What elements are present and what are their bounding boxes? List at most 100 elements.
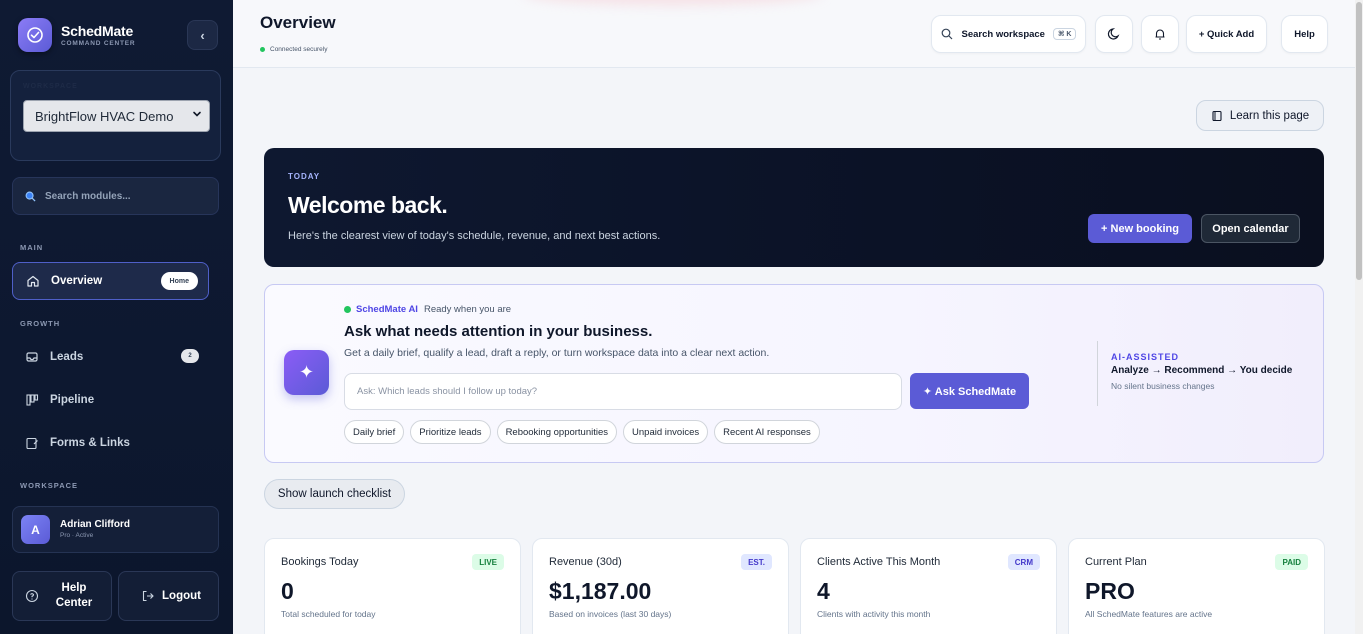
section-label-main: MAIN [20, 243, 44, 252]
status-badge: EST. [741, 554, 772, 570]
leads-count-badge: 2 [181, 349, 199, 363]
stat-card-plan[interactable]: Current Plan PAID PRO All SchedMate feat… [1068, 538, 1325, 634]
section-label-growth: GROWTH [20, 319, 61, 328]
chip-daily-brief[interactable]: Daily brief [344, 420, 405, 444]
status-dot-icon [260, 47, 265, 52]
welcome-hero: TODAY Welcome back. Here's the clearest … [264, 148, 1324, 267]
book-icon [1212, 110, 1222, 121]
chip-prioritize-leads[interactable]: Prioritize leads [410, 420, 491, 444]
topbar: Overview Connected securely Search works… [233, 0, 1355, 68]
ai-assisted-tag: AI-ASSISTED [1111, 352, 1180, 362]
status-badge: LIVE [472, 554, 504, 570]
logout-label: Logout [162, 590, 201, 602]
ai-note: No silent business changes [1111, 381, 1215, 391]
ai-question-input[interactable]: Ask: Which leads should I follow up toda… [344, 373, 902, 410]
learn-page-label: Learn this page [1229, 109, 1310, 122]
decorative-glow [523, 0, 823, 5]
stat-value: 4 [817, 578, 830, 604]
avatar: A [21, 515, 50, 544]
brand-subtitle: COMMAND CENTER [61, 39, 136, 47]
user-role: Pro · Active [60, 532, 94, 539]
ai-brand: SchedMate AI [356, 304, 418, 315]
shortcut-hint: ⌘ K [1052, 28, 1077, 40]
chip-rebooking-opportunities[interactable]: Rebooking opportunities [496, 420, 618, 444]
stat-label: Current Plan [1085, 556, 1147, 568]
stat-label: Revenue (30d) [549, 556, 622, 568]
brand[interactable]: SchedMate COMMAND CENTER [18, 18, 135, 52]
stat-card-revenue[interactable]: Revenue (30d) EST. $1,187.00 Based on in… [532, 538, 789, 634]
hero-tag: TODAY [288, 172, 321, 181]
stat-description: Clients with activity this month [817, 609, 931, 619]
ai-policy-panel: AI-ASSISTED Analyze → Recommend → You de… [1097, 341, 1292, 406]
module-search-input[interactable]: Search modules... [12, 177, 219, 215]
home-pill: Home [160, 272, 198, 290]
sidebar: SchedMate COMMAND CENTER ‹ WORKSPACE Bri… [0, 0, 233, 634]
search-icon [941, 28, 952, 40]
notifications-button[interactable] [1141, 15, 1179, 53]
stat-card-clients[interactable]: Clients Active This Month CRM 4 Clients … [800, 538, 1057, 634]
help-circle-icon [25, 589, 39, 603]
help-center-button[interactable]: Help Center [12, 571, 112, 621]
connection-status-text: Connected securely [270, 46, 328, 53]
brand-name: SchedMate [61, 22, 134, 39]
new-booking-button[interactable]: + New booking [1088, 214, 1192, 243]
workspace-switcher: WORKSPACE BrightFlow HVAC Demo [10, 70, 221, 161]
section-label-workspace: WORKSPACE [20, 481, 79, 490]
quick-add-button[interactable]: + Quick Add [1186, 15, 1267, 53]
stat-description: Based on invoices (last 30 days) [549, 609, 672, 619]
ai-assistant-card: ✦ SchedMate AI Ready when you are Ask wh… [264, 284, 1324, 463]
stat-label: Bookings Today [281, 556, 359, 568]
learn-page-button[interactable]: Learn this page [1196, 100, 1324, 131]
suggestion-chips: Daily brief Prioritize leads Rebooking o… [344, 420, 826, 444]
ai-subtitle: Get a daily brief, qualify a lead, draft… [344, 347, 770, 359]
scrollbar[interactable] [1355, 0, 1363, 634]
user-card[interactable]: A Adrian Clifford Pro · Active [12, 506, 219, 553]
collapse-sidebar-button[interactable]: ‹ [187, 20, 218, 50]
user-name: Adrian Clifford [60, 519, 130, 530]
logout-button[interactable]: Logout [118, 571, 219, 621]
sidebar-item-overview[interactable]: Overview Home [12, 262, 209, 300]
moon-icon [1107, 28, 1120, 40]
sidebar-item-pipeline[interactable]: Pipeline [12, 381, 209, 419]
chip-unpaid-invoices[interactable]: Unpaid invoices [623, 420, 709, 444]
stat-value: $1,187.00 [549, 578, 652, 604]
sparkle-icon: ✦ [284, 350, 329, 395]
theme-toggle-button[interactable] [1095, 15, 1133, 53]
sidebar-item-label: Forms & Links [50, 437, 130, 449]
sidebar-item-label: Leads [50, 351, 84, 363]
workspace-selected: BrightFlow HVAC Demo [35, 108, 174, 124]
chevron-left-icon: ‹ [200, 27, 205, 43]
sidebar-item-label: Pipeline [50, 394, 95, 406]
open-calendar-button[interactable]: Open calendar [1201, 214, 1300, 243]
home-icon [25, 274, 40, 289]
ai-status-dot-icon [344, 306, 351, 313]
brand-logo-icon [18, 18, 52, 52]
sidebar-item-label: Overview [51, 275, 103, 287]
stat-card-bookings[interactable]: Bookings Today LIVE 0 Total scheduled fo… [264, 538, 521, 634]
sidebar-item-leads[interactable]: Leads 2 [12, 338, 209, 376]
help-button[interactable]: Help [1281, 15, 1328, 53]
show-launch-checklist-button[interactable]: Show launch checklist [264, 479, 405, 509]
search-icon [25, 191, 36, 202]
workspace-select[interactable]: BrightFlow HVAC Demo [23, 100, 210, 132]
hero-subtitle: Here's the clearest view of today's sche… [288, 230, 661, 242]
stat-value: PRO [1085, 578, 1135, 604]
stat-value: 0 [281, 578, 294, 604]
page-title: Overview [260, 13, 336, 32]
status-badge: PAID [1275, 554, 1308, 570]
bell-icon [1155, 29, 1165, 40]
ai-title: Ask what needs attention in your busines… [344, 323, 653, 340]
scrollbar-thumb[interactable] [1356, 2, 1362, 280]
sidebar-item-forms[interactable]: Forms & Links [12, 424, 209, 462]
ai-flow: Analyze → Recommend → You decide [1111, 365, 1293, 376]
help-center-label: Help Center [55, 582, 93, 609]
chevron-down-icon [193, 111, 201, 117]
logout-icon [142, 590, 154, 602]
ask-schedmate-button[interactable]: ✦ Ask SchedMate [910, 373, 1029, 409]
workspace-search-button[interactable]: Search workspace ⌘ K [931, 15, 1086, 53]
stat-description: Total scheduled for today [281, 609, 376, 619]
chip-recent-ai-responses[interactable]: Recent AI responses [714, 420, 820, 444]
ai-header: SchedMate AI Ready when you are [344, 304, 511, 315]
hero-title: Welcome back. [288, 192, 448, 218]
workspace-label: WORKSPACE [23, 83, 78, 90]
